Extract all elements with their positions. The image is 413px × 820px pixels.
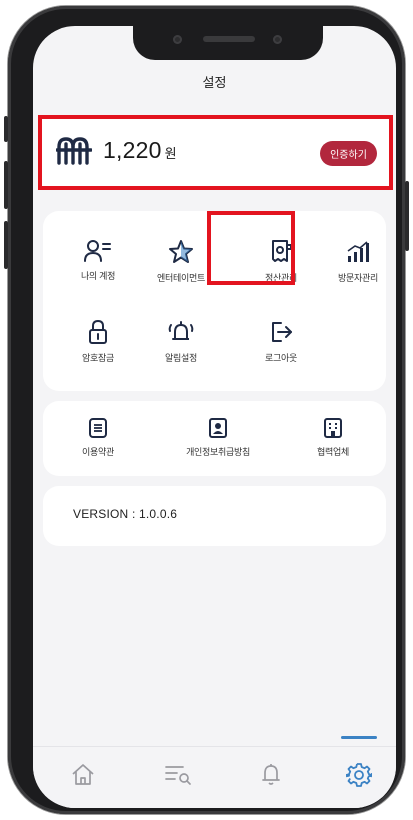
points-balance: 1,220 원 <box>103 137 177 164</box>
policy-label: 협력업체 <box>317 447 349 457</box>
page-title: 설정 <box>202 75 227 90</box>
points-bar: 1,220 원 인증하기 <box>38 115 393 190</box>
policy-item-privacy[interactable]: 개인정보취급방침 <box>168 417 268 458</box>
person-card-icon <box>209 418 227 438</box>
app-screen: 설정 1,220 원 인증하기 나의 계정 엔터테이먼트 정산관리 방문자관리 … <box>33 26 396 808</box>
camera <box>273 35 282 44</box>
star-icon <box>169 240 193 263</box>
menu-label: 방문자관리 <box>338 273 378 283</box>
user-list-icon <box>84 240 111 262</box>
tab-home[interactable] <box>63 761 103 797</box>
policy-card: 이용약관 개인정보취급방침 협력업체 <box>43 401 386 476</box>
menu-label: 나의 계정 <box>80 271 116 281</box>
tab-settings[interactable] <box>339 761 379 797</box>
phone-frame: 설정 1,220 원 인증하기 나의 계정 엔터테이먼트 정산관리 방문자관리 … <box>4 6 409 814</box>
bell-ringing-icon <box>168 321 194 340</box>
side-button <box>4 221 8 269</box>
home-icon <box>72 764 94 785</box>
document-lines-icon <box>89 418 107 438</box>
active-tab-indicator <box>341 736 377 739</box>
gear-icon <box>346 763 372 787</box>
menu-item-account[interactable]: 나의 계정 <box>58 239 138 282</box>
menu-item-visitors[interactable]: 방문자관리 <box>318 239 396 284</box>
menu-label: 암호잠금 <box>82 353 114 363</box>
notch <box>133 26 323 60</box>
policy-label: 개인정보취급방침 <box>186 447 250 457</box>
version-text: VERSION : 1.0.0.6 <box>73 507 178 521</box>
menu-label: 알림설정 <box>165 353 197 363</box>
policy-item-terms[interactable]: 이용약관 <box>53 417 143 458</box>
version-card: VERSION : 1.0.0.6 <box>43 486 386 546</box>
side-button <box>4 116 8 142</box>
side-button <box>405 181 409 251</box>
building-icon <box>324 418 342 438</box>
bar-chart-icon <box>347 241 369 262</box>
bottom-tab-bar <box>33 746 396 808</box>
camera <box>173 35 182 44</box>
list-search-icon <box>165 766 191 785</box>
settlement-highlight-box <box>207 211 295 285</box>
side-button <box>4 161 8 209</box>
tab-notifications[interactable] <box>251 761 291 797</box>
brand-logo-icon <box>56 137 92 165</box>
bell-icon <box>262 764 280 785</box>
policy-item-partners[interactable]: 협력업체 <box>288 417 378 458</box>
lock-icon <box>89 319 107 344</box>
menu-label: 로그아웃 <box>265 353 297 363</box>
menu-item-alarm-settings[interactable]: 알림설정 <box>141 319 221 364</box>
logout-icon <box>272 322 292 342</box>
policy-label: 이용약관 <box>82 447 114 457</box>
certify-button[interactable]: 인증하기 <box>320 141 377 166</box>
menu-item-password-lock[interactable]: 암호잠금 <box>58 319 138 364</box>
points-value: 1,220 <box>103 137 162 163</box>
menu-item-logout[interactable]: 로그아웃 <box>241 319 321 364</box>
tab-list[interactable] <box>158 761 198 797</box>
points-unit: 원 <box>164 146 177 161</box>
speaker <box>203 36 255 42</box>
